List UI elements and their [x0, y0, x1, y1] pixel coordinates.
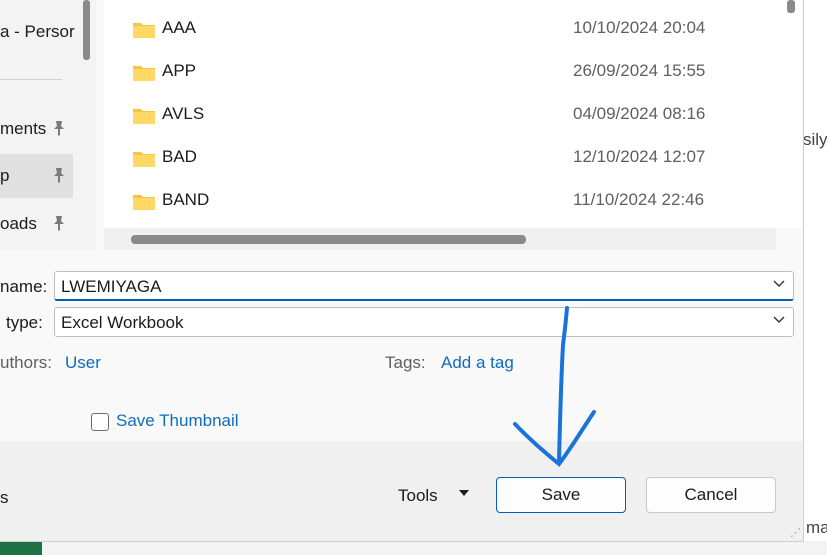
list-item[interactable]: BAD 12/10/2024 12:07 [104, 137, 776, 180]
file-name-value: LWEMIYAGA [61, 277, 162, 296]
nav-item-onedrive[interactable]: a - Persor [0, 22, 75, 42]
file-name: AVLS [162, 104, 205, 123]
file-name-label: name: [0, 277, 48, 296]
caret-down-icon[interactable] [458, 486, 470, 501]
pin-icon [52, 120, 66, 139]
nav-item-label: ments [0, 119, 47, 138]
pin-icon [52, 167, 66, 186]
save-as-dialog: a - Persor ments p oads AAA 10/10/2024 2… [0, 0, 804, 542]
nav-item-downloads[interactable]: oads [0, 202, 73, 246]
file-name-field[interactable]: LWEMIYAGA [54, 271, 794, 301]
save-as-type-select[interactable]: Excel Workbook [54, 307, 794, 337]
nav-item-label: oads [0, 214, 37, 233]
folder-icon [133, 23, 155, 38]
file-list-vertical-scrollbar-thumb[interactable] [787, 0, 795, 13]
chevron-down-icon[interactable] [773, 312, 785, 328]
save-thumbnail-checkbox[interactable] [91, 413, 109, 431]
file-date: 04/09/2024 08:16 [573, 104, 706, 123]
save-as-type-value: Excel Workbook [61, 313, 184, 332]
excel-green-bar [0, 541, 42, 555]
file-date: 11/10/2024 22:46 [573, 190, 705, 209]
folder-icon [133, 66, 155, 81]
folder-icon [133, 195, 155, 210]
file-date: 12/10/2024 12:07 [573, 147, 706, 166]
nav-divider [0, 79, 62, 80]
folder-icon [133, 109, 155, 124]
save-button[interactable]: Save [496, 477, 626, 513]
file-list-horizontal-scrollbar-thumb[interactable] [131, 235, 526, 244]
background-right-strip [803, 0, 827, 555]
save-thumbnail-label[interactable]: Save Thumbnail [116, 411, 239, 431]
nav-item-desktop[interactable]: p [0, 154, 73, 198]
nav-item-documents[interactable]: ments [0, 107, 73, 151]
tools-menu[interactable]: Tools [398, 486, 438, 506]
list-item[interactable]: AVLS 04/09/2024 08:16 [104, 94, 776, 137]
file-name: BAND [162, 190, 210, 209]
list-item[interactable]: BAND 11/10/2024 22:46 [104, 180, 776, 223]
save-as-type-label: type: [6, 313, 43, 332]
file-date: 10/10/2024 20:04 [573, 18, 706, 37]
pin-icon [52, 215, 66, 234]
file-date: 26/09/2024 15:55 [573, 61, 706, 80]
file-name: APP [162, 61, 197, 80]
background-bottom [42, 541, 827, 555]
background-text: sily [803, 130, 827, 149]
add-tag-link[interactable]: Add a tag [441, 353, 514, 373]
file-list-vertical-scrollbar[interactable] [776, 0, 802, 228]
nav-item-label: p [0, 166, 10, 185]
authors-label: uthors: [0, 353, 52, 372]
list-item[interactable]: AAA 10/10/2024 20:04 [104, 8, 776, 51]
tags-label: Tags: [385, 353, 426, 372]
authors-link[interactable]: User [65, 353, 101, 373]
hide-folders-toggle[interactable]: s [0, 488, 9, 508]
file-list: AAA 10/10/2024 20:04 APP 26/09/2024 15:5… [104, 0, 776, 228]
cancel-button[interactable]: Cancel [646, 477, 776, 513]
file-name: BAD [162, 147, 197, 166]
folder-icon [133, 152, 155, 167]
background-text: ma [806, 518, 827, 537]
nav-scrollbar-thumb[interactable] [83, 0, 90, 60]
list-item[interactable]: APP 26/09/2024 15:55 [104, 51, 776, 94]
resize-grip-icon[interactable]: ⋰ [790, 526, 801, 539]
chevron-down-icon[interactable] [773, 276, 785, 292]
file-name: AAA [162, 18, 197, 37]
